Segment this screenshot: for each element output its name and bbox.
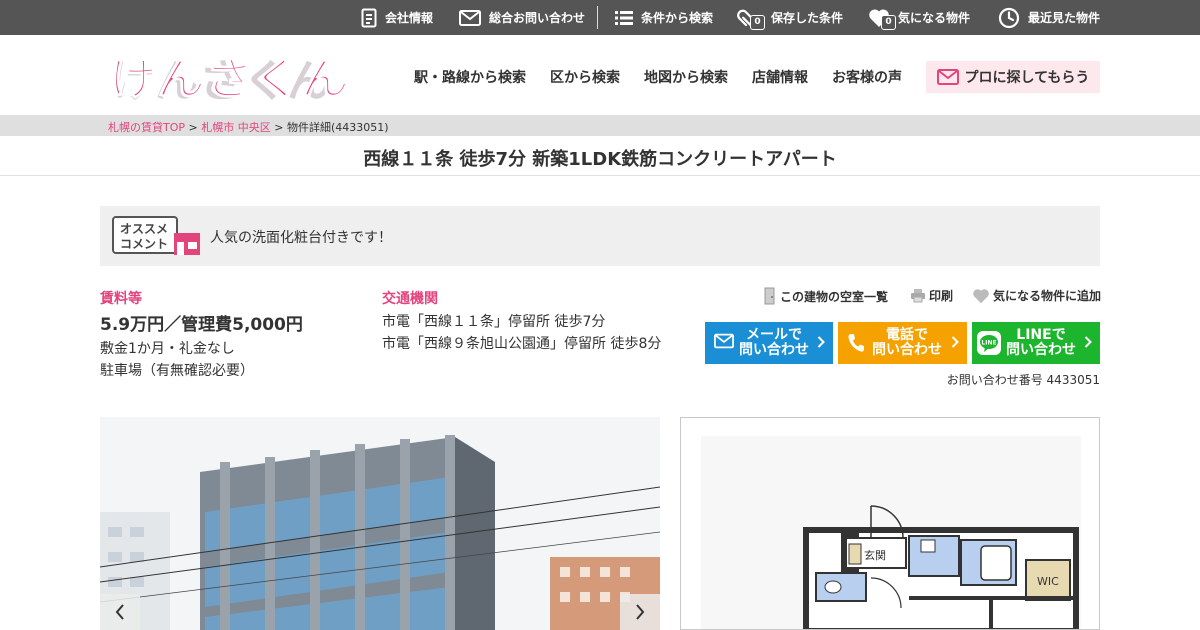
building-image (100, 417, 660, 630)
pro-search-label: プロに探してもらう (964, 70, 1090, 86)
general-contact-link[interactable]: 総合お問い合わせ (459, 0, 585, 35)
door-icon (764, 287, 775, 305)
line-inquiry-line1: LINEで (1016, 327, 1066, 343)
inquiry-number: お問い合わせ番号 4433051 (946, 373, 1100, 387)
breadcrumb-separator: > (185, 121, 202, 134)
favorites-label: 気になる物件 (898, 11, 971, 25)
breadcrumb-area-link[interactable]: 札幌市 中央区 (201, 121, 271, 134)
floor-plan-drawing: 玄関 WIC (701, 436, 1081, 629)
condition-search-link[interactable]: 条件から検索 (615, 0, 713, 35)
mail-inquiry-button[interactable]: メールで 問い合わせ (705, 322, 833, 364)
printer-icon (911, 289, 925, 303)
nav-store-info[interactable]: 店舗情報 (752, 67, 808, 87)
company-info-label: 会社情報 (385, 11, 434, 25)
nav-ward-search[interactable]: 区から検索 (550, 67, 620, 87)
add-favorite-link[interactable]: 気になる物件に追加 (972, 287, 1101, 304)
transport-line: 市電「西線９条旭山公園通」停留所 徒歩8分 (382, 336, 662, 352)
print-label: 印刷 (929, 289, 954, 303)
saved-conditions-label: 保存した条件 (771, 11, 844, 25)
recommend-text: 人気の洗面化粧台付きです！ (210, 230, 392, 246)
breadcrumb-separator: > (270, 121, 287, 134)
pro-search-button[interactable]: プロに探してもらう (926, 61, 1100, 93)
general-contact-label: 総合お問い合わせ (489, 11, 586, 25)
nav-customer-voice[interactable]: お客様の声 (832, 67, 902, 87)
add-favorite-label: 気になる物件に追加 (993, 289, 1102, 303)
wic-label: WIC (1037, 575, 1059, 588)
recently-viewed-link[interactable]: 最近見た物件 (998, 0, 1100, 35)
floor-plan: 玄関 WIC (680, 417, 1100, 630)
condition-search-label: 条件から検索 (641, 11, 714, 25)
line-inquiry-button[interactable]: LINE LINEで 問い合わせ (972, 322, 1100, 364)
breadcrumb-current: 物件詳細(4433051) (286, 121, 389, 134)
chevron-right-icon (951, 336, 959, 348)
recommend-badge-line1: オススメ (120, 222, 168, 236)
mail-inquiry-line1: メールで (746, 327, 802, 343)
vacancy-list-label: この建物の空室一覧 (780, 289, 889, 304)
rent-label: 賃料等 (100, 291, 142, 307)
phone-inquiry-line2: 問い合わせ (872, 342, 942, 358)
vacancy-list-link[interactable]: この建物の空室一覧 (763, 287, 888, 305)
line-inquiry-line2: 問い合わせ (1006, 342, 1076, 358)
recommend-comment-box: オススメ コメント 人気の洗面化粧台付きです！ (100, 206, 1100, 266)
logo-text: けんさくん (109, 55, 349, 105)
photo-next-button[interactable] (620, 594, 660, 630)
site-header: けんさくん けんさくん 駅・路線から検索 区から検索 地図から検索 店舗情報 お… (0, 35, 1200, 115)
clock-icon (998, 7, 1020, 28)
nav-map-search[interactable]: 地図から検索 (644, 67, 728, 87)
breadcrumb-home-link[interactable]: 札幌の賃貸TOP (108, 121, 185, 134)
line-icon-text: LINE (981, 340, 996, 347)
phone-inquiry-button[interactable]: 電話で 問い合わせ (838, 322, 967, 364)
photo-prev-button[interactable] (100, 594, 140, 630)
title-bar: 西線１１条 徒歩7分 新築1LDK鉄筋コンクリートアパート (0, 136, 1200, 176)
phone-icon (848, 334, 864, 352)
print-link[interactable]: 印刷 (910, 287, 953, 304)
recommend-badge: オススメ コメント (112, 216, 202, 260)
mail-icon (459, 9, 481, 26)
transport-label: 交通機関 (382, 291, 438, 307)
document-icon (361, 8, 377, 27)
favorites-count-badge: 0 (881, 15, 896, 30)
list-icon (615, 10, 633, 25)
mail-icon (936, 69, 959, 85)
line-app-icon: LINE (977, 331, 1001, 355)
chevron-right-icon (636, 604, 645, 620)
saved-count-badge: 0 (750, 15, 765, 30)
rent-price: 5.9万円／管理費5,000円 (100, 315, 303, 335)
company-info-link[interactable]: 会社情報 (361, 0, 433, 35)
page-title: 西線１１条 徒歩7分 新築1LDK鉄筋コンクリートアパート (363, 149, 837, 170)
chevron-right-icon (817, 336, 825, 348)
chevron-right-icon (1084, 336, 1092, 348)
parking-info: 駐車場（有無確認必要） (100, 363, 254, 379)
breadcrumb: 札幌の賃貸TOP > 札幌市 中央区 > 物件詳細(4433051) (0, 115, 1200, 136)
nav-station-search[interactable]: 駅・路線から検索 (414, 67, 526, 87)
mail-inquiry-line2: 問い合わせ (739, 342, 809, 358)
site-logo[interactable]: けんさくん けんさくん (107, 53, 353, 109)
mail-icon (714, 333, 734, 349)
deposit-info: 敷金1か月・礼金なし (100, 341, 235, 357)
property-photo (100, 417, 660, 630)
recommend-badge-line2: コメント (120, 237, 168, 251)
chevron-left-icon (115, 604, 124, 620)
entrance-label: 玄関 (864, 548, 886, 562)
recently-viewed-label: 最近見た物件 (1028, 11, 1101, 25)
transport-line: 市電「西線１１条」停留所 徒歩7分 (382, 314, 606, 330)
utility-bar: 会社情報 総合お問い合わせ 条件から検索 保存した条件 0 気になる物件 0 最… (0, 0, 1200, 35)
logo-mark: けんさくん けんさくん (108, 53, 349, 107)
heart-icon (973, 288, 989, 303)
divider (597, 6, 598, 29)
phone-inquiry-line1: 電話で (886, 327, 928, 343)
